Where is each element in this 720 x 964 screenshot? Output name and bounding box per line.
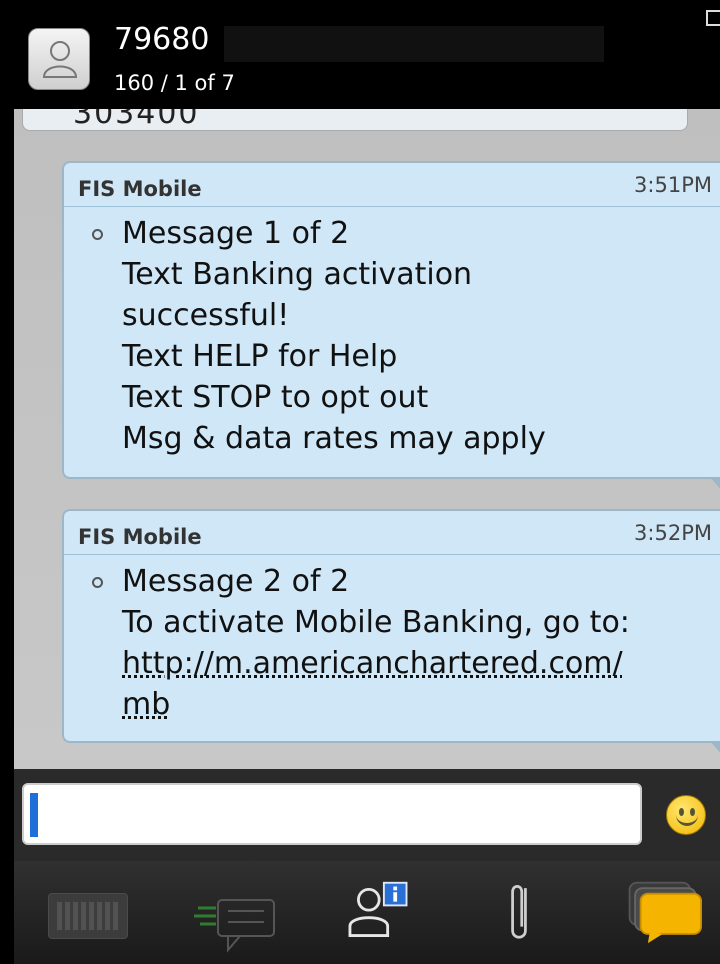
message-line: Text STOP to opt out: [122, 380, 429, 415]
message-body: Message 2 of 2 To activate Mobile Bankin…: [64, 555, 720, 733]
conversation-header: 79680 160 / 1 of 7: [14, 8, 720, 109]
contact-avatar[interactable]: [28, 28, 90, 90]
message-line: Text HELP for Help: [122, 339, 398, 374]
person-icon: [42, 41, 78, 78]
message-sender: FIS Mobile: [78, 177, 202, 201]
message-line: Text Banking activation: [122, 257, 473, 292]
message-time: 3:52PM: [634, 521, 712, 545]
chat-icon[interactable]: [194, 893, 284, 959]
message-line: Message 1 of 2: [122, 216, 350, 251]
message-header: FIS Mobile 3:52PM: [64, 511, 720, 555]
message-link-continued[interactable]: mb: [122, 684, 720, 725]
message-link[interactable]: http://m.americanchartered.com/: [122, 643, 720, 684]
attachment-icon[interactable]: [504, 879, 534, 945]
compose-input[interactable]: [22, 783, 642, 845]
bottom-toolbar: [14, 861, 720, 964]
message-bubble-1[interactable]: FIS Mobile 3:51PM Message 1 of 2 Text Ba…: [62, 161, 720, 491]
message-line: Msg & data rates may apply: [122, 421, 546, 456]
bubble-tail: [710, 741, 720, 755]
keyboard-icon[interactable]: [48, 893, 128, 939]
redacted-name-block: [224, 26, 604, 62]
message-body: Message 1 of 2 Text Banking activation s…: [64, 207, 720, 467]
messages-icon[interactable]: [624, 879, 714, 945]
compose-bar: [14, 769, 720, 861]
message-sender: FIS Mobile: [78, 525, 202, 549]
contact-info-icon[interactable]: [344, 879, 420, 945]
emoticon-mouth: [676, 812, 698, 826]
bullet-icon: [92, 577, 103, 588]
message-bubble-2[interactable]: FIS Mobile 3:52PM Message 2 of 2 To acti…: [62, 509, 720, 755]
message-header: FIS Mobile 3:51PM: [64, 163, 720, 207]
edit-icon[interactable]: [706, 10, 720, 26]
bubble-tail: [710, 477, 720, 491]
text-cursor: [30, 793, 38, 837]
message-line: Message 2 of 2: [122, 564, 350, 599]
message-time: 3:51PM: [634, 173, 712, 197]
bullet-icon: [92, 229, 103, 240]
message-count: 160 / 1 of 7: [114, 71, 235, 95]
message-line: To activate Mobile Banking, go to:: [122, 605, 630, 640]
contact-name: 79680: [114, 22, 210, 57]
previous-message-bubble[interactable]: 303400: [22, 109, 688, 131]
message-line: successful!: [122, 298, 290, 333]
emoticon-icon[interactable]: [666, 795, 706, 835]
conversation-view[interactable]: 303400 FIS Mobile 3:51PM Message 1 of 2 …: [14, 109, 720, 769]
previous-message-text: 303400: [73, 109, 200, 131]
